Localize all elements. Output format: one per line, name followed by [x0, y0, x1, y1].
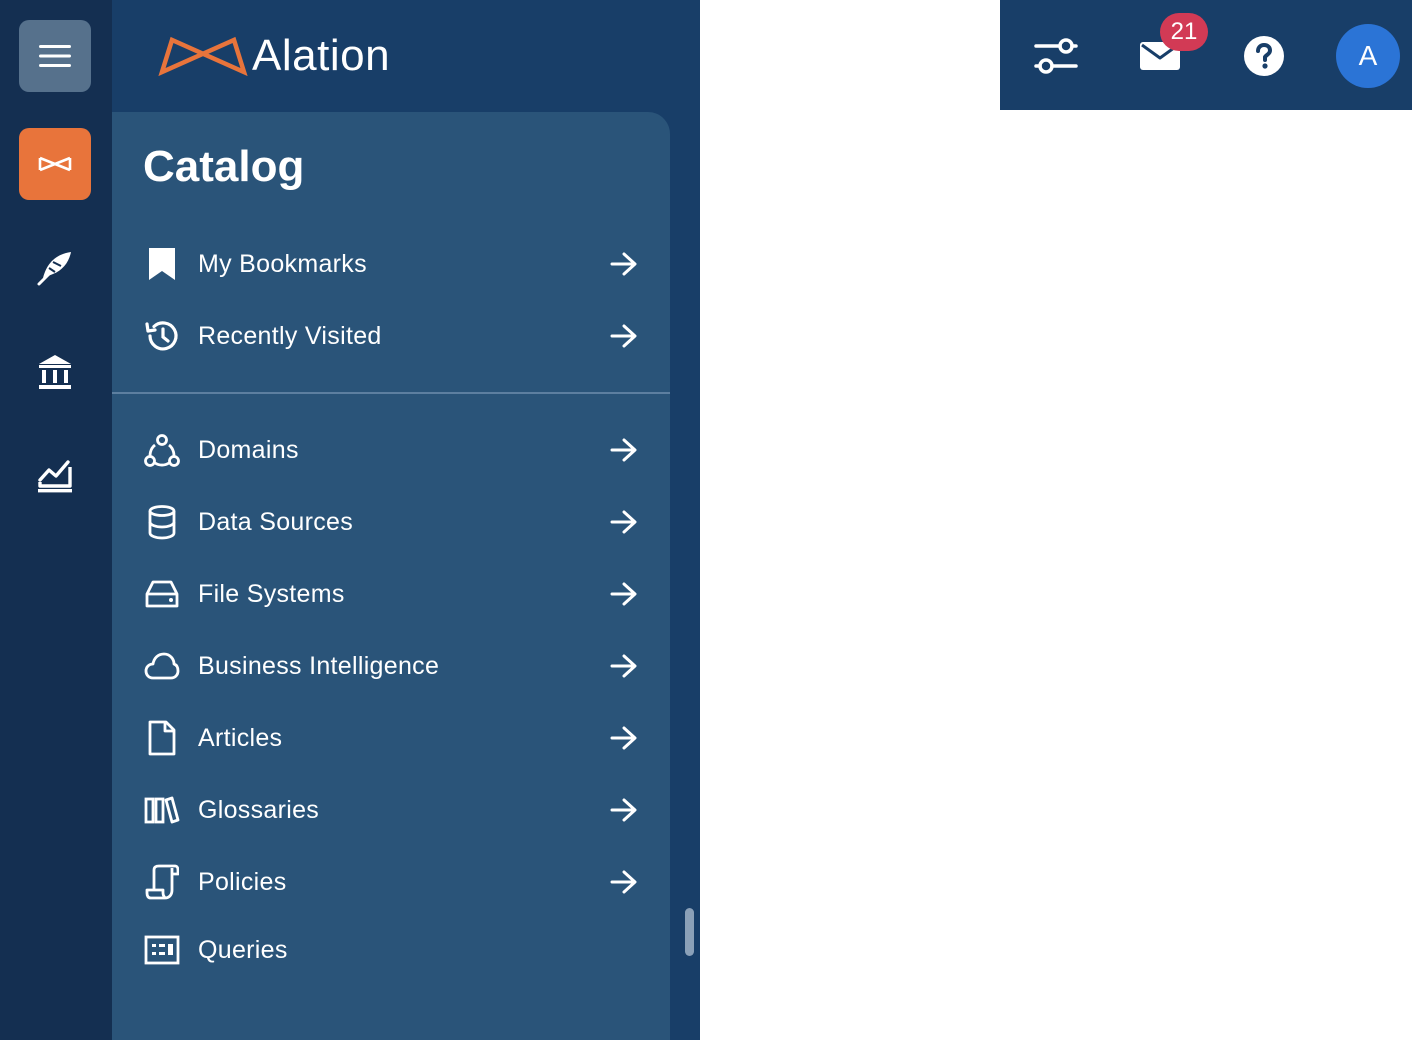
cloud-icon — [143, 647, 181, 685]
nav-item-label: My Bookmarks — [198, 249, 367, 278]
arrow-right-icon — [610, 582, 637, 606]
nav-item-policies[interactable]: Policies — [143, 857, 638, 907]
governance-rail-button[interactable] — [19, 336, 91, 408]
help-icon — [1244, 36, 1284, 76]
arrow-right-icon — [610, 798, 637, 822]
arrow-right-icon — [610, 510, 637, 534]
arrow-right-icon — [610, 726, 637, 750]
nav-item-label: Domains — [198, 435, 299, 464]
history-icon — [143, 317, 181, 355]
catalog-title: Catalog — [143, 142, 305, 191]
arrow-right-icon — [610, 654, 637, 678]
logo-text: Alation — [252, 31, 391, 80]
database-icon — [143, 503, 181, 541]
compose-rail-button[interactable] — [19, 232, 91, 304]
books-icon — [143, 791, 181, 829]
arrow-right-icon — [610, 324, 637, 348]
nav-item-label: File Systems — [198, 579, 345, 608]
scroll-icon — [143, 863, 181, 901]
nav-item-glossaries[interactable]: Glossaries — [143, 785, 638, 835]
help-button[interactable] — [1232, 24, 1296, 88]
nav-item-queries[interactable]: Queries — [143, 925, 638, 975]
alation-logo[interactable]: Alation — [158, 30, 390, 82]
bank-icon — [39, 355, 71, 389]
catalog-rail-button[interactable] — [19, 128, 91, 200]
bookmark-icon — [143, 245, 181, 283]
arrow-right-icon — [610, 252, 637, 276]
icon-rail — [0, 0, 112, 1040]
sliders-icon — [1034, 38, 1078, 74]
feather-icon — [37, 252, 71, 286]
nav-item-label: Data Sources — [198, 507, 354, 536]
nav-item-domains[interactable]: Domains — [143, 425, 638, 475]
nav-item-my-bookmarks[interactable]: My Bookmarks — [143, 239, 638, 289]
nav-item-label: Policies — [198, 867, 287, 896]
arrow-right-icon — [610, 870, 637, 894]
filters-button[interactable] — [1024, 24, 1088, 88]
nav-item-label: Queries — [198, 935, 288, 964]
notification-badge: 21 — [1160, 13, 1208, 51]
nav-item-label: Business Intelligence — [198, 651, 440, 680]
nav-item-file-systems[interactable]: File Systems — [143, 569, 638, 619]
query-icon — [143, 931, 181, 969]
nav-item-label: Recently Visited — [198, 321, 382, 350]
domains-icon — [143, 431, 181, 469]
scrollbar-thumb[interactable] — [685, 908, 694, 956]
app-root: Alation Catalog My Bookmarks Recently Vi… — [0, 0, 1412, 1040]
nav-item-articles[interactable]: Articles — [143, 713, 638, 763]
arrow-right-icon — [610, 438, 637, 462]
chart-icon — [38, 460, 72, 493]
nav-item-data-sources[interactable]: Data Sources — [143, 497, 638, 547]
menu-button[interactable] — [19, 20, 91, 92]
hamburger-icon — [39, 45, 71, 67]
file-icon — [143, 719, 181, 757]
nav-item-label: Glossaries — [198, 795, 320, 824]
analytics-rail-button[interactable] — [19, 440, 91, 512]
hard-drive-icon — [143, 575, 181, 613]
alation-logo-icon — [38, 156, 72, 172]
section-divider — [112, 392, 670, 394]
catalog-card: Catalog My Bookmarks Recently Visited Do… — [112, 112, 670, 1040]
nav-panel: Alation Catalog My Bookmarks Recently Vi… — [112, 0, 700, 1040]
user-avatar[interactable]: A — [1336, 24, 1400, 88]
nav-item-recently-visited[interactable]: Recently Visited — [143, 311, 638, 361]
alation-logo-icon — [158, 36, 248, 77]
nav-item-label: Articles — [198, 723, 283, 752]
nav-item-business-intelligence[interactable]: Business Intelligence — [143, 641, 638, 691]
